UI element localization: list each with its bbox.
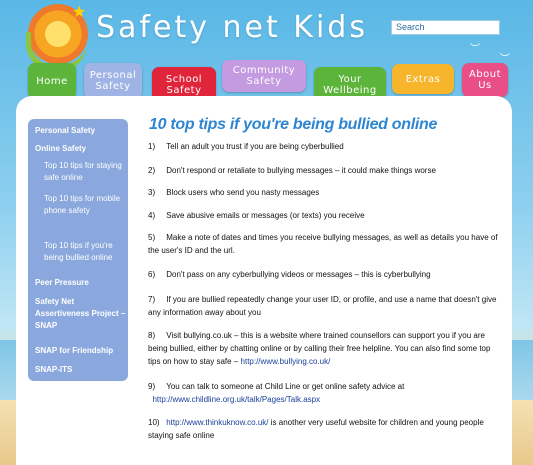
tip-number: 8) [148,331,156,340]
page-title: 10 top tips if you're being bullied onli… [149,116,438,133]
site-logo[interactable]: ★ [26,4,92,73]
search-input[interactable]: Search [391,20,500,35]
tip-number: 7) [148,295,156,304]
sidebar-item-snap-friendship[interactable]: SNAP for Friendship [35,345,130,357]
nav-home[interactable]: Home [28,63,76,99]
thinkuknow-link[interactable]: http://www.thinkuknow.co.uk/ [166,418,268,427]
nav-label: Extras [405,73,441,85]
star-icon: ★ [72,4,87,21]
nav-label: School Safety [165,74,203,96]
nav-label: Community Safety [232,65,296,87]
tip-text: Don't respond or retaliate to bullying m… [166,166,436,175]
bird-icon: ︶ [470,44,480,55]
tip-item: 7) If you are bullied repeatedly change … [148,293,498,319]
tip-text: Make a note of dates and times you recei… [148,233,498,255]
sidebar-item-tips-bullied[interactable]: Top 10 tips if you're being bullied onli… [44,240,128,264]
nav-label: Your Wellbeing [323,74,377,96]
tip-item: 10) http://www.thinkuknow.co.uk/ is anot… [148,416,498,442]
tip-item: 5) Make a note of dates and times you re… [148,231,498,257]
tip-text: Block users who send you nasty messages [166,188,320,197]
nav-extras[interactable]: Extras [392,64,454,94]
tip-item: 6) Don't pass on any cyberbullying video… [148,268,498,281]
bullying-link[interactable]: http://www.bullying.co.uk/ [241,357,331,366]
nav-community-safety[interactable]: Community Safety [222,60,306,92]
tip-item: 2) Don't respond or retaliate to bullyin… [148,164,498,177]
sidebar-item-personal-safety[interactable]: Personal Safety [35,125,130,137]
nav-label: About Us [468,69,502,91]
tip-number: 3) [148,188,156,197]
sidebar-item-peer-pressure[interactable]: Peer Pressure [35,277,130,289]
tip-item: 1) Tell an adult you trust if you are be… [148,140,498,153]
tip-number: 9) [148,382,156,391]
tip-number: 2) [148,166,156,175]
tip-item: 3) Block users who send you nasty messag… [148,186,498,199]
sidebar-item-tips-mobile[interactable]: Top 10 tips for mobile phone safety [44,193,126,217]
tip-text: Don't pass on any cyberbullying videos o… [166,270,431,279]
nav-about-us[interactable]: About Us [462,63,508,97]
nav-label: Home [36,75,68,87]
tip-number: 4) [148,211,156,220]
tip-text: You can talk to someone at Child Line or… [166,382,405,391]
tip-number: 1) [148,142,156,151]
sidebar-item-tips-online[interactable]: Top 10 tips for staying safe online [44,160,126,184]
childline-link[interactable]: http://www.childline.org.uk/talk/Pages/T… [152,395,320,404]
tip-text: Tell an adult you trust if you are being… [166,142,344,151]
tip-text: If you are bullied repeatedly change you… [148,295,497,317]
sidebar-item-snap-its[interactable]: SNAP-ITS [35,364,130,376]
nav-personal-safety[interactable]: Personal Safety [84,63,142,99]
site-title[interactable]: Safety net Kids [96,10,368,45]
tip-number: 10) [148,418,160,427]
tip-number: 6) [148,270,156,279]
tip-text: Save abusive emails or messages (or text… [166,211,365,220]
tip-item: 4) Save abusive emails or messages (or t… [148,209,498,222]
tip-item: 8) Visit bullying.co.uk – this is a webs… [148,329,498,368]
sidebar-item-online-safety[interactable]: Online Safety [35,143,130,155]
nav-label: Personal Safety [89,70,137,92]
tip-number: 5) [148,233,156,242]
tip-item: 9) You can talk to someone at Child Line… [148,380,498,406]
sidebar-item-snap[interactable]: Safety Net Assertiveness Project – SNAP [35,296,127,332]
